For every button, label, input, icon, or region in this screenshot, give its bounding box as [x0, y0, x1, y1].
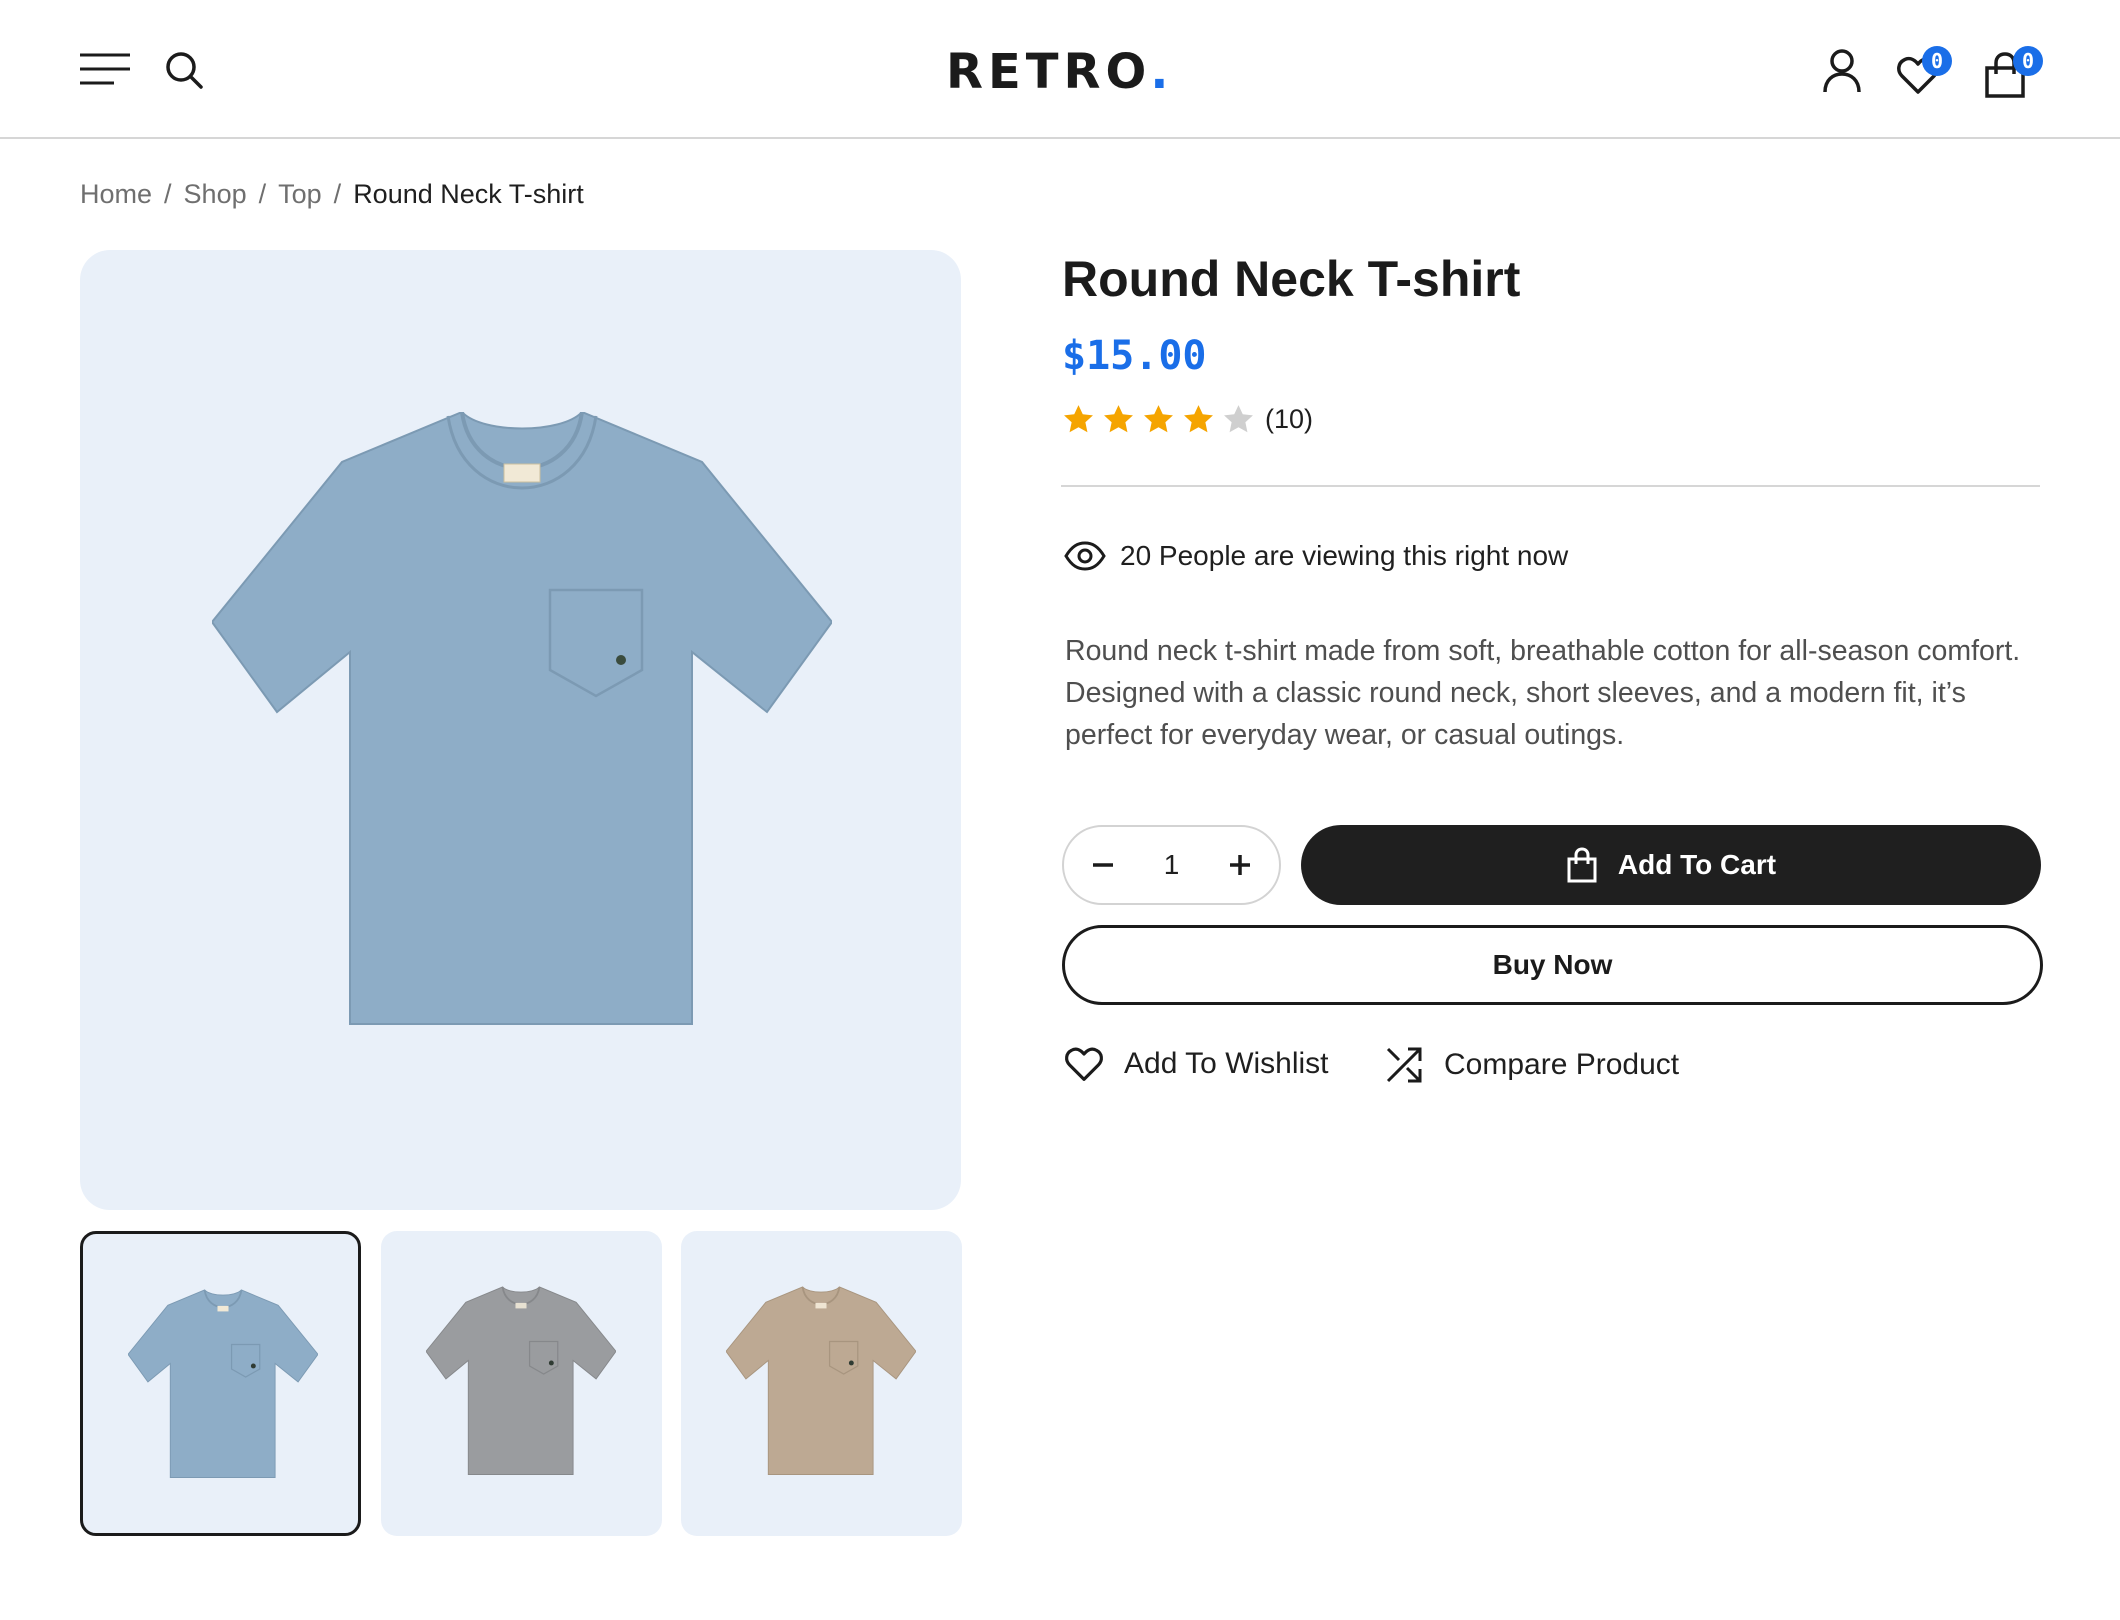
minus-icon [1093, 863, 1113, 867]
logo-text: RETRO [946, 44, 1151, 100]
add-to-wishlist-label: Add To Wishlist [1124, 1047, 1329, 1080]
thumbnail-blue[interactable] [80, 1231, 361, 1536]
tshirt-thumbnail-image [128, 1289, 318, 1478]
star-filled-icon [1104, 405, 1133, 433]
cart-header-button[interactable]: 0 [1983, 46, 2043, 98]
breadcrumb-home[interactable]: Home [80, 179, 152, 210]
buy-now-button[interactable]: Buy Now [1062, 925, 2043, 1005]
shuffle-icon [1386, 1047, 1422, 1083]
star-filled-icon [1184, 405, 1213, 433]
site-header: RETRO. 0 0 [0, 0, 2120, 139]
review-count[interactable]: (10) [1265, 404, 1313, 435]
compare-product-link[interactable]: Compare Product [1384, 1045, 1679, 1085]
eye-icon [1064, 541, 1106, 571]
quantity-stepper: 1 [1062, 825, 1281, 905]
breadcrumb-separator: / [333, 179, 342, 209]
compare-product-label: Compare Product [1444, 1048, 1680, 1081]
shopping-bag-icon [1567, 847, 1597, 883]
thumbnail-grey[interactable] [381, 1231, 662, 1536]
wishlist-count-badge: 0 [1922, 46, 1952, 76]
heart-icon [1065, 1047, 1103, 1081]
product-price: $15.00 [1062, 333, 1207, 379]
search-icon[interactable] [164, 50, 204, 90]
wishlist-header-button[interactable]: 0 [1896, 46, 1952, 98]
breadcrumb-separator: / [258, 179, 267, 209]
star-rating [1062, 403, 1255, 436]
tshirt-thumbnail-image [426, 1286, 616, 1475]
main-product-image[interactable] [80, 250, 961, 1210]
add-to-wishlist-link[interactable]: Add To Wishlist [1064, 1045, 1329, 1083]
breadcrumb-top[interactable]: Top [278, 179, 322, 210]
live-viewers: 20 People are viewing this right now [1064, 540, 1568, 572]
add-to-cart-label: Add To Cart [1617, 849, 1777, 880]
thumbnail-beige[interactable] [681, 1231, 962, 1536]
star-filled-icon [1064, 405, 1093, 433]
add-to-cart-button[interactable]: Add To Cart [1301, 825, 2041, 905]
logo-dot: . [1150, 44, 1174, 100]
product-rating: (10) [1062, 403, 1313, 436]
breadcrumb: Home / Shop / Top / Round Neck T-shirt [80, 179, 584, 210]
star-empty-icon [1224, 405, 1253, 433]
plus-icon [1230, 855, 1250, 875]
user-icon[interactable] [1821, 48, 1863, 94]
breadcrumb-current: Round Neck T-shirt [353, 179, 584, 209]
buy-now-label: Buy Now [1492, 949, 1613, 980]
quantity-value[interactable]: 1 [1152, 849, 1192, 881]
cart-count-badge: 0 [2013, 46, 2043, 76]
product-description: Round neck t-shirt made from soft, breat… [1065, 635, 2021, 751]
menu-icon[interactable] [80, 52, 132, 86]
site-logo[interactable]: RETRO. [946, 44, 1173, 100]
tshirt-main-image [212, 412, 832, 1025]
breadcrumb-separator: / [164, 179, 172, 209]
divider [1061, 485, 2040, 487]
decrease-quantity-button[interactable] [1088, 850, 1118, 880]
viewers-text: 20 People are viewing this right now [1120, 540, 1569, 571]
tshirt-thumbnail-image [726, 1286, 916, 1475]
breadcrumb-shop[interactable]: Shop [184, 179, 247, 210]
increase-quantity-button[interactable] [1225, 850, 1255, 880]
product-title: Round Neck T-shirt [1062, 251, 1521, 307]
star-filled-icon [1144, 405, 1173, 433]
